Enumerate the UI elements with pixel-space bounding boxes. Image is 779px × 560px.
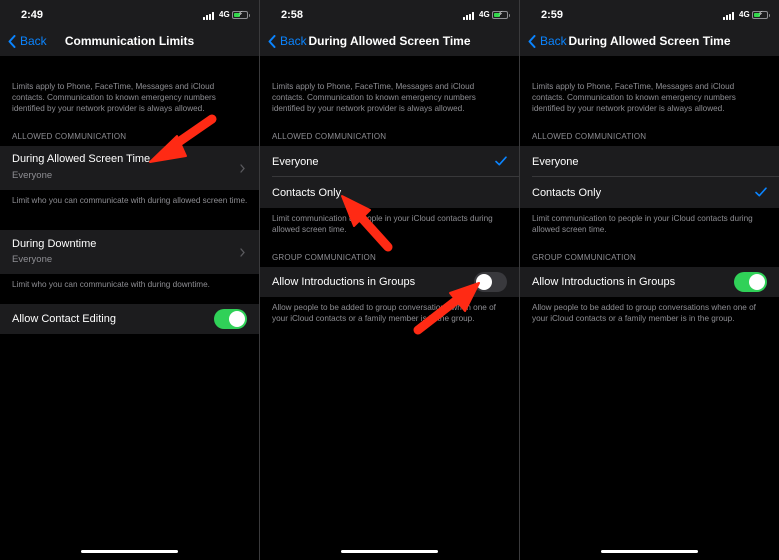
row-label: During Allowed Screen Time xyxy=(12,153,151,165)
allow-introductions-toggle[interactable] xyxy=(734,272,767,292)
signal-icon xyxy=(723,12,737,20)
row-value: Everyone xyxy=(12,170,53,181)
checkmark-icon xyxy=(495,156,507,166)
signal-icon xyxy=(203,12,217,20)
status-time: 2:58 xyxy=(281,9,304,21)
toggle-knob xyxy=(749,274,765,290)
option-contacts-only[interactable]: Contacts Only xyxy=(260,177,519,208)
page-title: During Allowed Screen Time xyxy=(568,34,731,48)
section-header-allowed: ALLOWED COMMUNICATION xyxy=(532,132,647,141)
row-label: Allow Introductions in Groups xyxy=(532,276,676,288)
allow-introductions-row: Allow Introductions in Groups xyxy=(260,267,519,297)
toggle-knob xyxy=(476,274,492,290)
intro-note: Limits apply to Phone, FaceTime, Message… xyxy=(532,82,736,113)
group-note: Allow people to be added to group conver… xyxy=(532,303,756,323)
network-type: 4G xyxy=(739,10,750,19)
intro-note: Limits apply to Phone, FaceTime, Message… xyxy=(12,82,216,113)
screen-during-allowed-screen-time-updated: 2:59 4G ⚡ Back During Allowed Screen Tim… xyxy=(520,0,779,560)
chevron-right-icon xyxy=(240,164,245,173)
home-indicator xyxy=(81,550,178,553)
screen-during-allowed-screen-time: 2:58 4G ⚡ Back During Allowed Screen Tim… xyxy=(260,0,519,560)
chevron-right-icon xyxy=(240,248,245,257)
options-note: Limit communication to people in your iC… xyxy=(532,214,753,234)
signal-icon xyxy=(463,12,477,20)
option-contacts-only[interactable]: Contacts Only xyxy=(520,177,779,208)
section-header-allowed: ALLOWED COMMUNICATION xyxy=(12,132,127,141)
during-allowed-screen-time-row[interactable]: During Allowed Screen Time Everyone xyxy=(0,146,259,190)
option-label: Everyone xyxy=(272,156,319,168)
battery-icon: ⚡ xyxy=(492,11,510,19)
option-everyone[interactable]: Everyone xyxy=(260,146,519,177)
home-indicator xyxy=(601,550,698,553)
battery-icon: ⚡ xyxy=(232,11,250,19)
option-label: Contacts Only xyxy=(272,187,342,199)
battery-icon: ⚡ xyxy=(752,11,770,19)
page-title: Communication Limits xyxy=(64,34,195,48)
allow-contact-editing-row: Allow Contact Editing xyxy=(0,304,259,334)
status-time: 2:59 xyxy=(541,9,564,21)
row-value: Everyone xyxy=(12,254,53,265)
checkmark-icon xyxy=(755,187,767,197)
option-everyone[interactable]: Everyone xyxy=(520,146,779,177)
section-header-group: GROUP COMMUNICATION xyxy=(272,253,376,262)
network-type: 4G xyxy=(219,10,230,19)
row-label: During Downtime xyxy=(12,238,97,250)
status-time: 2:49 xyxy=(21,9,44,21)
allowed-note: Limit who you can communicate with durin… xyxy=(12,196,248,205)
screen-communication-limits: 2:49 4G ⚡ Back Communication Limits Limi… xyxy=(0,0,259,560)
option-label: Contacts Only xyxy=(532,187,602,199)
row-label: Allow Introductions in Groups xyxy=(272,276,416,288)
section-header-allowed: ALLOWED COMMUNICATION xyxy=(272,132,387,141)
section-header-group: GROUP COMMUNICATION xyxy=(532,253,636,262)
network-type: 4G xyxy=(479,10,490,19)
option-label: Everyone xyxy=(532,156,579,168)
intro-note: Limits apply to Phone, FaceTime, Message… xyxy=(272,82,476,113)
page-title: During Allowed Screen Time xyxy=(308,34,471,48)
allow-introductions-toggle[interactable] xyxy=(474,272,507,292)
navigation-bar: 2:58 4G ⚡ Back During Allowed Screen Tim… xyxy=(260,0,519,56)
toggle-knob xyxy=(229,311,245,327)
allow-contact-editing-toggle[interactable] xyxy=(214,309,247,329)
navigation-bar: 2:49 4G ⚡ Back Communication Limits xyxy=(0,0,259,56)
group-note: Allow people to be added to group conver… xyxy=(272,303,496,323)
downtime-note: Limit who you can communicate with durin… xyxy=(12,280,210,289)
home-indicator xyxy=(341,550,438,553)
allow-introductions-row: Allow Introductions in Groups xyxy=(520,267,779,297)
navigation-bar: 2:59 4G ⚡ Back During Allowed Screen Tim… xyxy=(520,0,779,56)
options-note: Limit communication to people in your iC… xyxy=(272,214,493,234)
during-downtime-row[interactable]: During Downtime Everyone xyxy=(0,230,259,274)
row-label: Allow Contact Editing xyxy=(12,313,116,325)
